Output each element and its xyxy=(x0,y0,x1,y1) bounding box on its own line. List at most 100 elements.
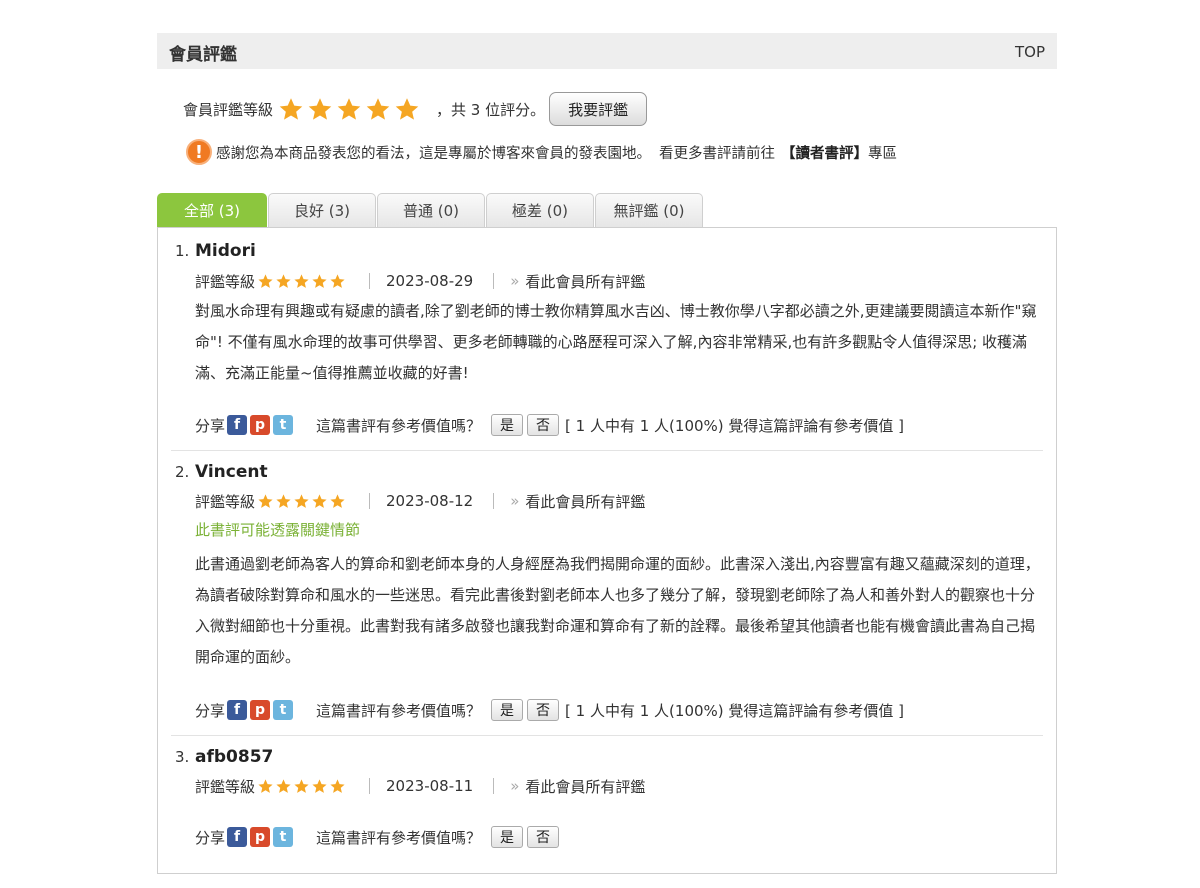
review-date: 2023-08-11 xyxy=(386,777,474,795)
review-meta: 評鑑等級 2023-08-11 » 看此會員所有評鑑 xyxy=(195,775,645,797)
star-icon xyxy=(258,778,273,793)
divider xyxy=(369,493,371,509)
reviewer-name[interactable]: afb0857 xyxy=(195,747,273,767)
exclamation-icon: ! xyxy=(186,139,212,165)
star-icon xyxy=(276,778,291,793)
reviewer-name[interactable]: Vincent xyxy=(195,462,268,482)
star-icon xyxy=(258,493,273,508)
divider xyxy=(493,778,495,794)
review-meta: 評鑑等級 2023-08-29 » 看此會員所有評鑑 xyxy=(195,270,645,292)
notice-row: ! 感謝您為本商品發表您的看法，這是專屬於博客來會員的發表園地。 看更多書評請前… xyxy=(186,139,897,165)
star-icon xyxy=(312,273,327,288)
rating-summary: 會員評鑑等級 ，共 3 位評分。 我要評鑑 xyxy=(183,92,648,126)
review-divider xyxy=(171,450,1043,451)
share-row: 分享 f p t 這篇書評有參考價值嗎？ 是 否 [ 1 人中有 1 人(100… xyxy=(195,698,904,722)
review-stars xyxy=(257,493,347,510)
notice-tail: 專區 xyxy=(868,145,897,162)
facebook-icon[interactable]: f xyxy=(227,827,248,847)
spoiler-warning: 此書評可能透露關鍵情節 xyxy=(195,521,361,539)
star-icon xyxy=(294,273,309,288)
helpful-question: 這篇書評有參考價值嗎？ xyxy=(316,416,482,435)
helpful-question: 這篇書評有參考價值嗎？ xyxy=(316,828,482,847)
star-icon xyxy=(312,493,327,508)
helpful-no-button[interactable]: 否 xyxy=(527,414,560,436)
helpful-yes-button[interactable]: 是 xyxy=(491,826,524,848)
raquo-icon: » xyxy=(510,777,520,795)
share-label: 分享 xyxy=(195,701,226,720)
divider xyxy=(369,778,371,794)
share-row: 分享 f p t 這篇書評有參考價值嗎？ 是 否 [ 1 人中有 1 人(100… xyxy=(195,413,904,437)
star-icon xyxy=(366,97,390,120)
tab-normal[interactable]: 普通 (0) xyxy=(377,193,485,227)
meta-label: 評鑑等級 xyxy=(195,777,256,796)
star-icon xyxy=(312,778,327,793)
review-body: 對風水命理有興趣或有疑慮的讀者,除了劉老師的博士教你精算風水吉凶、博士教你學八字… xyxy=(195,302,1037,382)
star-icon xyxy=(294,493,309,508)
top-link[interactable]: TOP xyxy=(1015,43,1045,61)
review-date: 2023-08-12 xyxy=(386,492,474,510)
twitter-icon[interactable]: t xyxy=(273,700,294,720)
raquo-icon: » xyxy=(510,272,520,290)
share-row: 分享 f p t 這篇書評有參考價值嗎？ 是 否 xyxy=(195,825,563,849)
star-icon xyxy=(330,273,345,288)
divider xyxy=(493,493,495,509)
plurk-icon[interactable]: p xyxy=(250,700,271,720)
star-icon xyxy=(395,97,419,120)
star-icon xyxy=(276,493,291,508)
review-number: 2. xyxy=(175,463,190,481)
helpful-yes-button[interactable]: 是 xyxy=(491,699,524,721)
star-icon xyxy=(330,493,345,508)
review-date: 2023-08-29 xyxy=(386,272,474,290)
star-icon xyxy=(294,778,309,793)
tab-no-rating[interactable]: 無評鑑 (0) xyxy=(595,193,703,227)
review-number: 1. xyxy=(175,242,190,260)
share-label: 分享 xyxy=(195,828,226,847)
divider xyxy=(493,273,495,289)
helpful-no-button[interactable]: 否 xyxy=(527,826,560,848)
review-filter-tabs: 全部 (3) 良好 (3) 普通 (0) 極差 (0) 無評鑑 (0) xyxy=(157,193,704,234)
rating-count: ，共 3 位評分。 xyxy=(436,100,546,119)
vote-result: [ 1 人中有 1 人(100%) 覺得這篇評論有參考價值 ] xyxy=(565,416,905,435)
reader-reviews-link[interactable]: 【讀者書評】 xyxy=(781,142,868,163)
star-icon xyxy=(337,97,361,120)
plurk-icon[interactable]: p xyxy=(250,827,271,847)
review-number: 3. xyxy=(175,748,190,766)
section-header: 會員評鑑 TOP xyxy=(157,33,1057,69)
star-icon xyxy=(276,273,291,288)
helpful-question: 這篇書評有參考價值嗎？ xyxy=(316,701,482,720)
divider xyxy=(369,273,371,289)
twitter-icon[interactable]: t xyxy=(273,415,294,435)
tab-good[interactable]: 良好 (3) xyxy=(268,193,376,227)
review-list: 1. Midori 評鑑等級 2023-08-29 » 看此會員所有評鑑 對風水… xyxy=(157,227,1057,874)
tab-all[interactable]: 全部 (3) xyxy=(157,193,267,234)
review-stars xyxy=(257,273,347,290)
helpful-no-button[interactable]: 否 xyxy=(527,699,560,721)
review-stars xyxy=(257,778,347,795)
facebook-icon[interactable]: f xyxy=(227,700,248,720)
review-divider xyxy=(171,735,1043,736)
star-icon xyxy=(308,97,332,120)
helpful-yes-button[interactable]: 是 xyxy=(491,414,524,436)
vote-result: [ 1 人中有 1 人(100%) 覺得這篇評論有參考價值 ] xyxy=(565,701,905,720)
meta-label: 評鑑等級 xyxy=(195,492,256,511)
twitter-icon[interactable]: t xyxy=(273,827,294,847)
star-icon xyxy=(279,97,303,120)
section-title: 會員評鑑 xyxy=(169,45,237,65)
raquo-icon: » xyxy=(510,492,520,510)
view-member-reviews-link[interactable]: 看此會員所有評鑑 xyxy=(525,491,645,512)
reviewer-name[interactable]: Midori xyxy=(195,241,256,261)
tab-bad[interactable]: 極差 (0) xyxy=(486,193,594,227)
facebook-icon[interactable]: f xyxy=(227,415,248,435)
notice-text: 感謝您為本商品發表您的看法，這是專屬於博客來會員的發表園地。 xyxy=(216,145,651,162)
star-icon xyxy=(258,273,273,288)
notice-more-text: 看更多書評請前往 xyxy=(659,145,775,162)
star-icon xyxy=(330,778,345,793)
rating-label: 會員評鑑等級 xyxy=(183,100,274,119)
view-member-reviews-link[interactable]: 看此會員所有評鑑 xyxy=(525,776,645,797)
plurk-icon[interactable]: p xyxy=(250,415,271,435)
view-member-reviews-link[interactable]: 看此會員所有評鑑 xyxy=(525,271,645,292)
meta-label: 評鑑等級 xyxy=(195,272,256,291)
write-review-button[interactable]: 我要評鑑 xyxy=(549,92,648,126)
review-meta: 評鑑等級 2023-08-12 » 看此會員所有評鑑 xyxy=(195,490,645,512)
rating-stars xyxy=(277,96,422,123)
